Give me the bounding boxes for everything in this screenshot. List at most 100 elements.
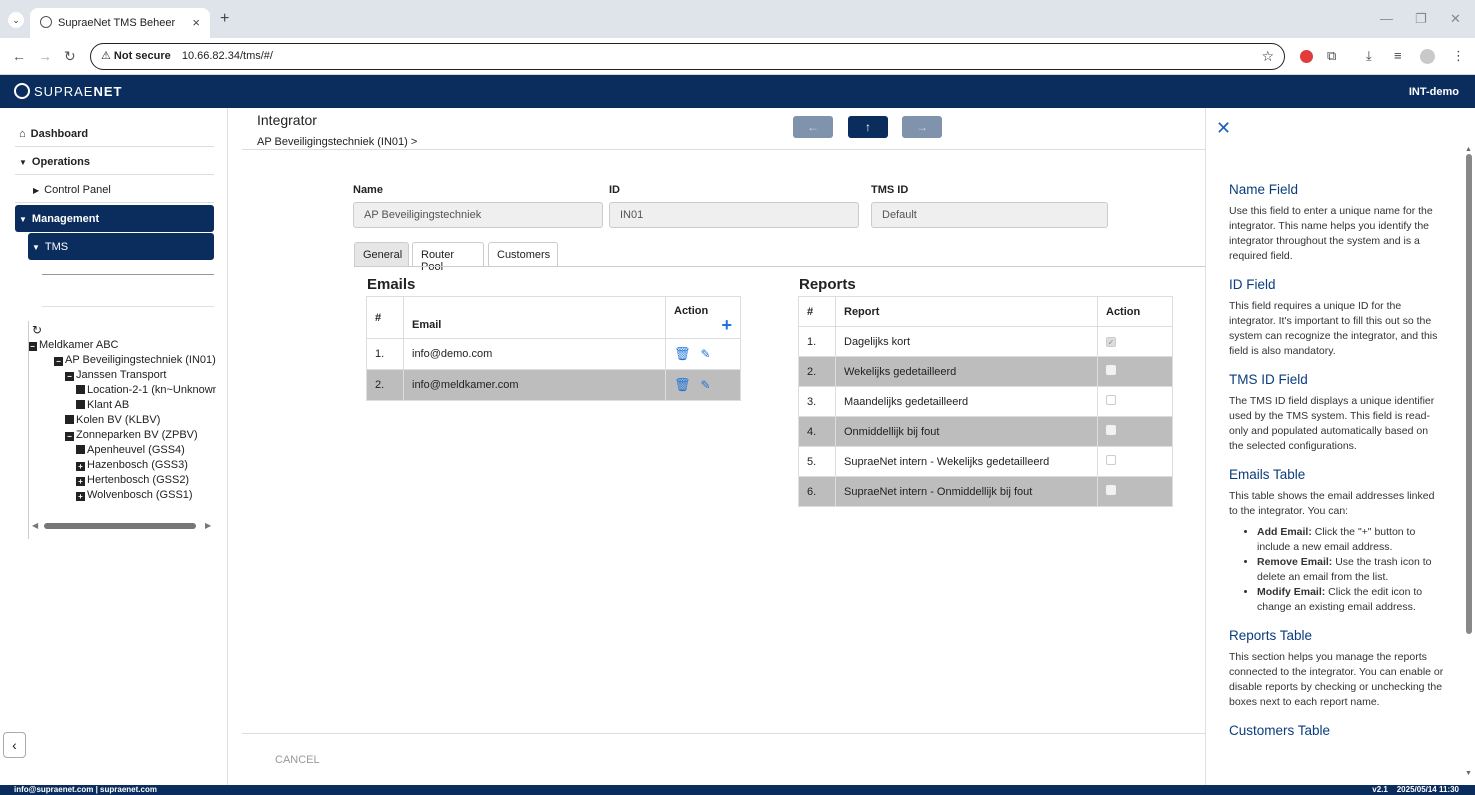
divider bbox=[354, 266, 1205, 267]
tab-title: SupraeNet TMS Beheer bbox=[58, 17, 176, 29]
expand-icon[interactable]: + bbox=[76, 492, 85, 501]
new-tab-icon[interactable]: + bbox=[220, 10, 229, 28]
id-field[interactable]: IN01 bbox=[609, 202, 859, 228]
tree-node[interactable]: + Hertenbosch (GSS2) bbox=[76, 474, 189, 486]
tree-node[interactable]: − Janssen Transport bbox=[65, 369, 167, 381]
report-checkbox[interactable]: ✓ bbox=[1106, 336, 1116, 347]
tree-node-label: AP Beveiligingstechniek (IN01) bbox=[65, 354, 216, 366]
sidebar-item-label: Operations bbox=[31, 156, 90, 168]
tree-view: ↻ − Meldkamer ABC − AP Beveiligingstechnie… bbox=[28, 321, 216, 539]
browser-tab[interactable]: SupraeNet TMS Beheer × bbox=[30, 8, 210, 38]
help-content: Name Field Use this field to enter a uni… bbox=[1229, 182, 1445, 745]
tab-router-pool[interactable]: Router Pool bbox=[412, 242, 484, 273]
up-button[interactable]: ↑ bbox=[848, 116, 888, 138]
app-logo[interactable]: SUPRAENET bbox=[14, 83, 122, 99]
refresh-icon[interactable]: ↻ bbox=[32, 323, 42, 337]
leaf-icon bbox=[76, 445, 85, 454]
profile-avatar[interactable] bbox=[1420, 49, 1435, 64]
report-checkbox[interactable] bbox=[1106, 485, 1116, 495]
close-help-icon[interactable]: ✕ bbox=[1216, 118, 1231, 139]
sidebar-item-management[interactable]: ▼ Management bbox=[15, 205, 214, 232]
collapse-icon[interactable]: − bbox=[65, 372, 74, 381]
vertical-scrollbar[interactable]: ▲ ▼ bbox=[1465, 146, 1473, 777]
tree-node[interactable]: Apenheuvel (GSS4) bbox=[76, 444, 185, 456]
tree-node[interactable]: Location-2-1 (kn~Unknown bbox=[76, 384, 216, 396]
sidebar-item-operations[interactable]: ▼ Operations bbox=[15, 148, 214, 175]
horizontal-scrollbar[interactable]: ◀ ▶ bbox=[30, 521, 215, 531]
edit-icon[interactable]: ✎ bbox=[701, 378, 711, 392]
row-number: 1. bbox=[366, 338, 404, 370]
bookmark-star-icon[interactable]: ☆ bbox=[1261, 48, 1274, 65]
table-row[interactable]: 2. info@meldkamer.com 🗑 ✎ bbox=[366, 369, 741, 401]
tree-node[interactable]: Klant AB bbox=[76, 399, 129, 411]
collapse-icon[interactable]: − bbox=[65, 432, 74, 441]
trash-icon[interactable]: 🗑 bbox=[674, 377, 691, 393]
report-checkbox[interactable] bbox=[1106, 365, 1116, 375]
edit-icon[interactable]: ✎ bbox=[701, 347, 711, 361]
scroll-thumb[interactable] bbox=[1466, 154, 1472, 634]
report-name: Maandelijks gedetailleerd bbox=[835, 386, 1098, 417]
address-bar[interactable]: ⚠ Not secure 10.66.82.34/tms/#/ ☆ bbox=[90, 43, 1285, 70]
tab-close-icon[interactable]: × bbox=[192, 15, 200, 30]
expand-icon[interactable]: + bbox=[76, 462, 85, 471]
help-bold: Modify Email: bbox=[1257, 586, 1326, 598]
tab-customers[interactable]: Customers bbox=[488, 242, 558, 267]
column-header: # bbox=[798, 296, 836, 327]
tms-id-label: TMS ID bbox=[871, 184, 909, 196]
help-text: This table shows the email addresses lin… bbox=[1229, 490, 1435, 517]
collapse-sidebar-button[interactable]: ‹ bbox=[3, 732, 26, 758]
contact-info[interactable]: info@supraenet.com | supraenet.com bbox=[14, 785, 157, 795]
name-field[interactable]: AP Beveiligingstechniek bbox=[353, 202, 603, 228]
tree-node[interactable]: − AP Beveiligingstechniek (IN01) bbox=[54, 354, 216, 366]
tree-node[interactable]: − Zonneparken BV (ZPBV) bbox=[65, 429, 198, 441]
sidebar-item-dashboard[interactable]: ⌂ Dashboard bbox=[15, 120, 214, 147]
reload-icon[interactable]: ↻ bbox=[64, 48, 76, 65]
extensions-icon[interactable]: ⧉ bbox=[1327, 48, 1336, 64]
browser-toolbar: ← → ↻ ⚠ Not secure 10.66.82.34/tms/#/ ☆ … bbox=[0, 38, 1475, 75]
tree-node[interactable]: Kolen BV (KLBV) bbox=[65, 414, 160, 426]
tree-node[interactable]: − Meldkamer ABC bbox=[29, 339, 118, 351]
scroll-right-icon[interactable]: ▶ bbox=[205, 521, 211, 530]
collapse-icon[interactable]: − bbox=[54, 357, 63, 366]
back-icon[interactable]: ← bbox=[12, 48, 26, 64]
sidebar-item-tms[interactable]: ▼ TMS bbox=[28, 233, 214, 260]
reading-list-icon[interactable]: ≡ bbox=[1394, 48, 1402, 63]
tab-general[interactable]: General bbox=[354, 242, 409, 267]
report-checkbox[interactable] bbox=[1106, 455, 1116, 465]
scroll-thumb[interactable] bbox=[44, 523, 196, 529]
cancel-button[interactable]: CANCEL bbox=[275, 754, 320, 766]
download-icon[interactable]: ⤓ bbox=[1366, 48, 1372, 64]
column-header: Report bbox=[835, 296, 1098, 327]
tree-node[interactable]: + Wolvenbosch (GSS1) bbox=[76, 489, 193, 501]
help-heading: Name Field bbox=[1229, 182, 1299, 197]
row-number: 6. bbox=[798, 476, 836, 507]
expand-icon[interactable]: + bbox=[76, 477, 85, 486]
table-row[interactable]: 1. info@demo.com 🗑 ✎ bbox=[366, 338, 741, 370]
scroll-up-icon[interactable]: ▲ bbox=[1465, 146, 1472, 153]
scroll-down-icon[interactable]: ▼ bbox=[1465, 770, 1472, 777]
kebab-menu-icon[interactable]: ⋮ bbox=[1452, 48, 1465, 64]
add-email-icon[interactable]: + bbox=[674, 316, 732, 334]
help-list-item: Remove Email: Use the trash icon to dele… bbox=[1257, 555, 1445, 585]
adblock-icon[interactable] bbox=[1300, 50, 1313, 63]
trash-icon[interactable]: 🗑 bbox=[674, 346, 691, 362]
help-bold: Add Email: bbox=[1257, 526, 1312, 538]
window-close-icon[interactable]: ✕ bbox=[1450, 11, 1461, 27]
sidebar-item-control-panel[interactable]: ▶ Control Panel bbox=[15, 176, 214, 203]
previous-button[interactable]: ← bbox=[793, 116, 833, 138]
next-button[interactable]: → bbox=[902, 116, 942, 138]
tree-node-label: Location-2-1 (kn~Unknown bbox=[87, 384, 216, 396]
breadcrumb[interactable]: AP Beveiligingstechniek (IN01) > bbox=[257, 136, 417, 148]
column-header: # bbox=[366, 296, 404, 339]
minimize-icon[interactable]: — bbox=[1380, 11, 1393, 26]
help-heading: Reports Table bbox=[1229, 628, 1313, 643]
scroll-left-icon[interactable]: ◀ bbox=[32, 521, 38, 530]
report-checkbox[interactable] bbox=[1106, 395, 1116, 405]
tree-node[interactable]: + Hazenbosch (GSS3) bbox=[76, 459, 188, 471]
collapse-icon[interactable]: − bbox=[29, 342, 37, 351]
forward-icon[interactable]: → bbox=[38, 48, 52, 64]
tab-search-icon[interactable]: ⌄ bbox=[8, 12, 24, 28]
column-header-action: Action + bbox=[665, 296, 741, 339]
report-checkbox[interactable] bbox=[1106, 425, 1116, 435]
restore-icon[interactable]: ❐ bbox=[1415, 11, 1427, 27]
